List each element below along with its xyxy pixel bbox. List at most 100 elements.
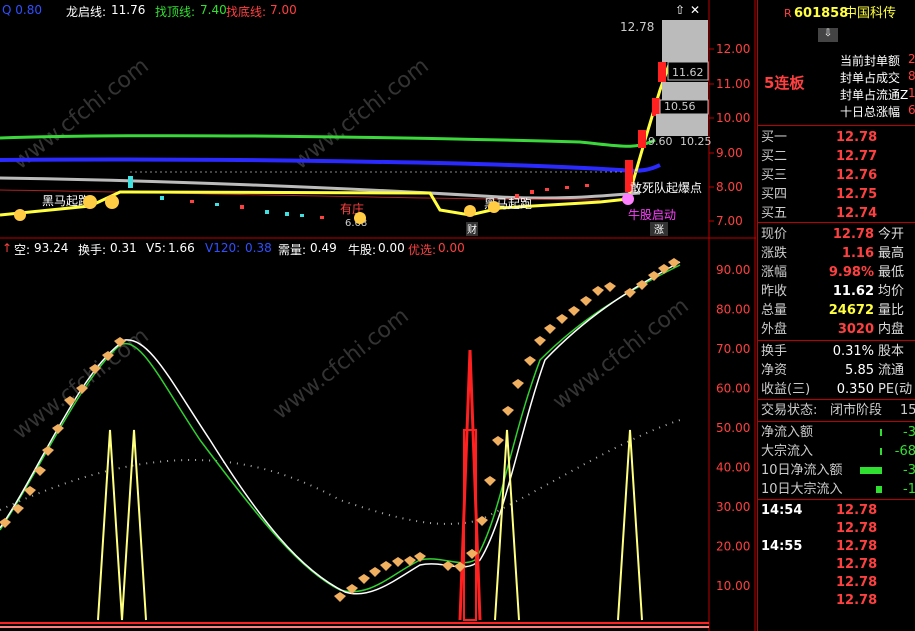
buy-price: 12.74 bbox=[836, 206, 878, 221]
sub-legend-niugu-label: 牛股: bbox=[348, 243, 377, 257]
tick-price: 12.78 bbox=[836, 557, 878, 572]
stat2-value: 0.350 bbox=[836, 382, 874, 397]
sub-axis-tick: 30.00 bbox=[716, 500, 750, 514]
signal-diamond bbox=[568, 306, 580, 316]
sub-axis-tick: 80.00 bbox=[716, 303, 750, 317]
annot-niugu: 牛股启动 bbox=[628, 207, 676, 222]
legend-item1: Q 0.80 bbox=[2, 3, 42, 17]
annot-box4: 10.25 bbox=[680, 135, 712, 148]
stat2-row: 换手 0.31% 股本 bbox=[758, 342, 915, 361]
legend-zhaodi-label: 找底线: bbox=[226, 5, 267, 19]
stat-label: 外盘 bbox=[761, 322, 788, 337]
sep-4 bbox=[758, 399, 915, 400]
stat2-label: 收益(三) bbox=[761, 382, 811, 397]
tick-price: 12.78 bbox=[836, 539, 878, 554]
sub-legend-niugu-value: 0.00 bbox=[378, 241, 405, 255]
signal-diamond bbox=[604, 282, 616, 292]
stat-label: 总量 bbox=[761, 303, 788, 318]
buy-label: 买五 bbox=[761, 206, 788, 221]
stat-right-label: 内盘 bbox=[878, 322, 905, 337]
price-axis: 12.00 11.00 10.00 9.00 8.00 7.00 bbox=[709, 42, 750, 228]
stat-right-label: 量比 bbox=[878, 303, 905, 318]
stat2-value: 5.85 bbox=[845, 363, 874, 378]
signal-diamond bbox=[380, 561, 392, 571]
price-axis-tick: 9.00 bbox=[716, 146, 743, 160]
info1-value: 2 bbox=[908, 52, 915, 66]
info2-label: 封单占成交 bbox=[840, 71, 901, 85]
sub-legend-xuliang-value: 0.49 bbox=[310, 241, 337, 255]
info3-label: 封单占流通Z bbox=[840, 88, 909, 102]
stat2-right-label: PE(动 bbox=[878, 382, 913, 397]
sub-up-arrow-icon: ↑ bbox=[2, 241, 13, 255]
price-axis-tick: 10.00 bbox=[716, 111, 750, 125]
stat2-label: 换手 bbox=[761, 344, 788, 359]
signal-diamond bbox=[369, 567, 381, 577]
sub-axis-tick: 60.00 bbox=[716, 382, 750, 396]
trade-state-row: 交易状态: 闭市阶段 15 bbox=[758, 401, 915, 420]
info3-value: 1 bbox=[908, 86, 915, 100]
main-chart[interactable]: www.cfchi.com www.cfchi.com www.cfchi.co… bbox=[0, 0, 756, 631]
main-annotations: 12.78 11.62 10.56 9.60 10.25 黑马起跑 黑马起跑 敢… bbox=[42, 20, 712, 236]
annot-box2: 10.56 bbox=[664, 100, 696, 113]
signal-diamond bbox=[484, 476, 496, 486]
stat2-right-label: 股本 bbox=[878, 344, 905, 359]
tick-time: 14:54 bbox=[761, 503, 803, 518]
price-axis-tick: 11.00 bbox=[716, 77, 750, 91]
legend-zhaodi-value: 7.00 bbox=[270, 3, 297, 17]
flow-label: 10日净流入额 bbox=[761, 463, 843, 478]
stock-name: 中国科传 bbox=[844, 6, 897, 21]
stat-row: 总量 24672 量比 bbox=[758, 301, 915, 320]
tick-row: 12.78 bbox=[758, 573, 915, 592]
annot-box1: 11.62 bbox=[672, 66, 704, 79]
price-axis-tick: 8.00 bbox=[716, 180, 743, 194]
stat-value: 12.78 bbox=[832, 227, 874, 242]
sub-legend-v120-label: V120: bbox=[205, 241, 241, 255]
buy-row: 买一 12.78 bbox=[758, 128, 915, 147]
flow-row: 10日大宗流入 -1 bbox=[758, 480, 915, 499]
signal-diamond bbox=[358, 574, 370, 584]
tick-row: 12.78 bbox=[758, 555, 915, 574]
stock-code: 601858 bbox=[794, 6, 849, 21]
trade-state-value: 闭市阶段 bbox=[830, 403, 883, 418]
stat2-row: 净资 5.85 流通 bbox=[758, 361, 915, 380]
buy-label: 买四 bbox=[761, 187, 788, 202]
signal-diamond bbox=[524, 356, 536, 366]
buy-row: 买五 12.74 bbox=[758, 204, 915, 223]
sub-legend-v5-value: 1.66 bbox=[168, 241, 195, 255]
tick-time: 14:55 bbox=[761, 539, 803, 554]
trade-state-label: 交易状态: bbox=[761, 403, 818, 418]
sub-legend: ↑ 空: 93.24 换手: 0.31 V5: 1.66 V120: 0.38 … bbox=[0, 241, 756, 261]
stat-row: 涨幅 9.98% 最低 bbox=[758, 263, 915, 282]
stat-row: 外盘 3020 内盘 bbox=[758, 320, 915, 339]
quote-panel: R 601858 中国科传 ⇩ 5连板 当前封单额 2 封单占成交 8 封单占流… bbox=[757, 0, 915, 631]
svg-text:www.cfchi.com: www.cfchi.com bbox=[268, 303, 413, 424]
sub-axis-tick: 10.00 bbox=[716, 579, 750, 593]
flow-value: -3 bbox=[903, 463, 915, 478]
sub-chart bbox=[0, 261, 709, 628]
buy-label: 买三 bbox=[761, 168, 788, 183]
flow-label: 10日大宗流入 bbox=[761, 482, 843, 497]
stat2-row: 收益(三) 0.350 PE(动 bbox=[758, 380, 915, 399]
signal-diamond bbox=[556, 314, 568, 324]
sub-axis-tick: 70.00 bbox=[716, 342, 750, 356]
annot-heima1: 黑马起跑 bbox=[42, 194, 90, 208]
sub-axis-tick: 20.00 bbox=[716, 540, 750, 554]
streak-label: 5连板 bbox=[764, 74, 805, 92]
sep-2 bbox=[758, 222, 915, 223]
info2-value: 8 bbox=[908, 69, 915, 83]
trade-state-num: 15 bbox=[900, 403, 915, 418]
quote-header: R 601858 中国科传 bbox=[758, 4, 915, 23]
sep-1 bbox=[758, 125, 915, 126]
sub-axis-tick: 40.00 bbox=[716, 461, 750, 475]
sub-legend-v120-value: 0.38 bbox=[245, 241, 272, 255]
stat-right-label: 最高 bbox=[878, 246, 905, 261]
info1-label: 当前封单额 bbox=[840, 54, 901, 68]
sub-legend-v5-label: V5: bbox=[146, 241, 166, 255]
tick-price: 12.78 bbox=[836, 521, 878, 536]
sub-axis-tick: 90.00 bbox=[716, 263, 750, 277]
buy-price: 12.75 bbox=[836, 187, 878, 202]
expand-icon[interactable]: ⇩ bbox=[818, 28, 838, 42]
tick-row: 14:55 12.78 bbox=[758, 537, 915, 556]
top-legend: Q 0.80 龙启线: 11.76 找顶线: 7.40 找底线: 7.00 bbox=[0, 3, 756, 23]
flow-label: 净流入额 bbox=[761, 425, 814, 440]
